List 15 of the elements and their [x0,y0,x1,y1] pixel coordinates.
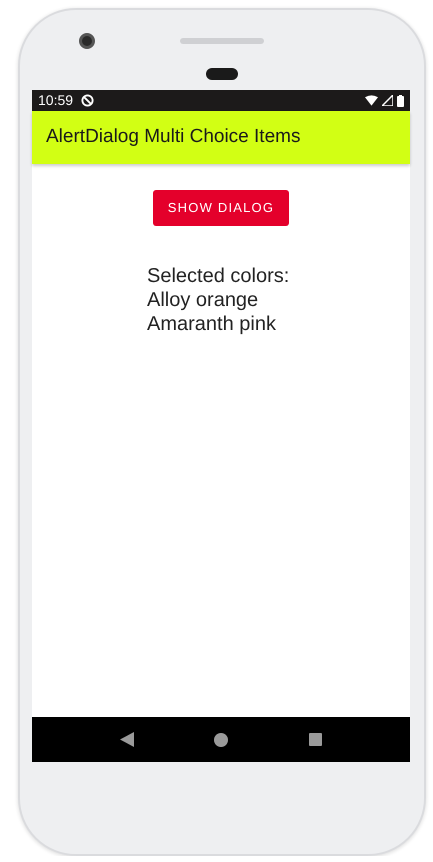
battery-icon [397,94,404,106]
do-not-disturb-icon [81,94,94,107]
show-dialog-button[interactable]: SHOW DIALOG [152,190,290,226]
earpiece [206,68,238,80]
selected-colors-heading: Selected colors: [147,264,290,288]
signal-icon [382,95,393,106]
app-bar-title: AlertDialog Multi Choice Items [46,125,300,150]
status-time: 10:59 [38,91,74,110]
back-icon[interactable] [120,732,134,747]
home-icon[interactable] [214,732,228,746]
wifi-icon [365,95,378,106]
recents-icon[interactable] [308,733,322,746]
selected-color-text: Amaranth pink [147,312,276,336]
selected-color-text: Alloy orange [147,288,258,312]
camera-icon [79,33,95,49]
